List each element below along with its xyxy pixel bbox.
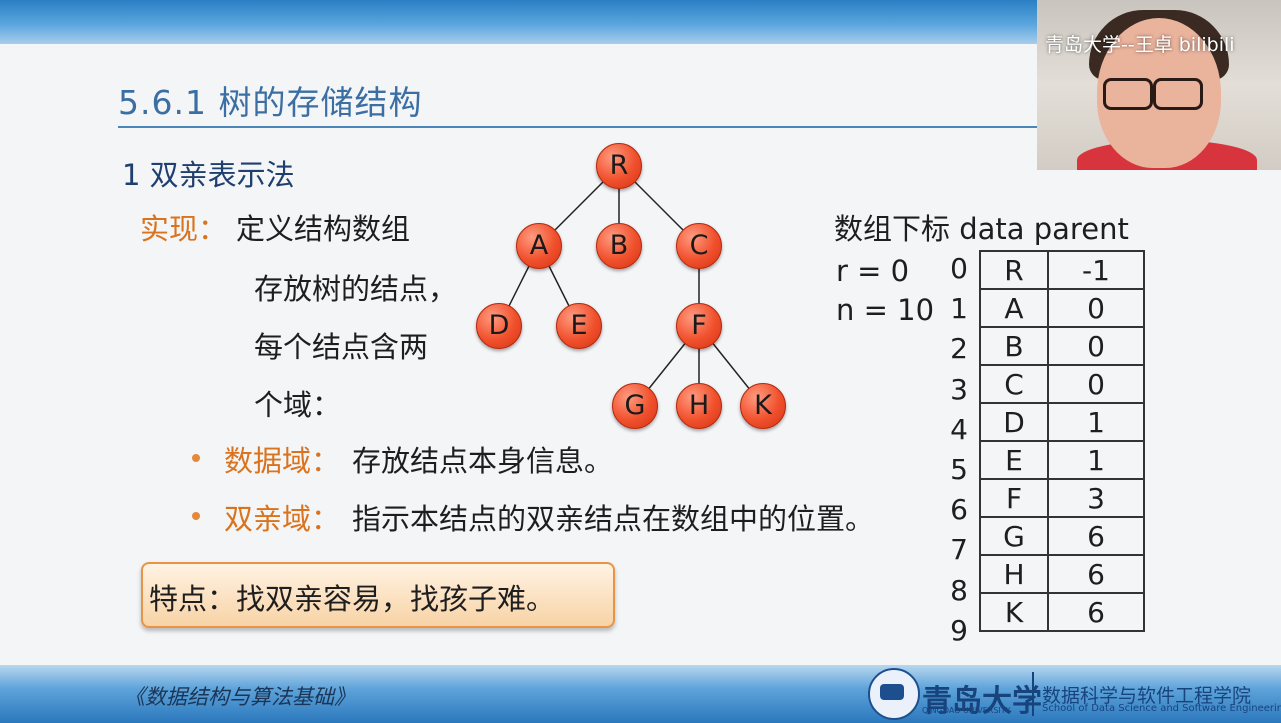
array-row: F3 [979, 478, 1145, 518]
array-row: G6 [979, 516, 1145, 556]
array-data-cell: R [979, 250, 1049, 290]
array-index-label: 1 [950, 292, 968, 326]
tree-node-C: C [676, 223, 722, 269]
array-data-cell: K [979, 592, 1049, 632]
array-data-cell: D [979, 402, 1049, 442]
array-index-label: 6 [950, 493, 968, 527]
array-index-label: 9 [950, 613, 968, 647]
array-index-label: 4 [950, 412, 968, 446]
node-count-label: n = 10 [836, 293, 935, 327]
array-parent-cell: 3 [1047, 478, 1145, 518]
tree-node-E: E [556, 303, 602, 349]
array-index-label: 3 [950, 372, 968, 406]
array-parent-cell: 1 [1047, 402, 1145, 442]
parent-array-table: R -1 A 0 B 0 C 0 D 1 E 1 F 3 G 6 H 6 K 6 [979, 250, 1145, 632]
video-watermark: 青岛大学--王卓 bilibili [1045, 34, 1235, 56]
array-data-cell: C [979, 364, 1049, 404]
footer-divider [1032, 672, 1034, 716]
array-parent-cell: 0 [1047, 326, 1145, 366]
glasses-right-icon [1153, 78, 1203, 110]
array-row: D1 [979, 402, 1145, 442]
tree-node-A: A [516, 223, 562, 269]
tree-node-H: H [676, 383, 722, 429]
array-data-cell: G [979, 516, 1049, 556]
book-title: 《数据结构与算法基础》 [124, 685, 355, 709]
university-name-en: QINGDAO UNIVERSITY [922, 706, 1011, 715]
school-name-en: School of Data Science and Software Engi… [1042, 703, 1281, 714]
array-row: E1 [979, 440, 1145, 480]
root-index-label: r = 0 [836, 254, 910, 288]
glasses-left-icon [1103, 78, 1153, 110]
tree-node-G: G [612, 383, 658, 429]
array-index-label: 2 [950, 332, 968, 366]
array-parent-cell: 0 [1047, 364, 1145, 404]
array-data-cell: E [979, 440, 1049, 480]
array-data-cell: F [979, 478, 1049, 518]
array-parent-cell: -1 [1047, 250, 1145, 290]
tree-node-R: R [596, 143, 642, 189]
array-index-label: 5 [950, 453, 968, 486]
tree-node-B: B [596, 223, 642, 269]
array-parent-cell: 6 [1047, 516, 1145, 556]
array-parent-cell: 6 [1047, 554, 1145, 594]
array-index-label: 7 [950, 533, 968, 567]
array-parent-cell: 1 [1047, 440, 1145, 480]
array-row: C0 [979, 364, 1145, 404]
tree-node-D: D [476, 303, 522, 349]
array-data-cell: H [979, 554, 1049, 594]
array-header: 数组下标 data parent [834, 212, 1129, 246]
tree-node-K: K [740, 383, 786, 429]
array-data-cell: B [979, 326, 1049, 366]
array-parent-cell: 0 [1047, 288, 1145, 328]
array-row: B0 [979, 326, 1145, 366]
presenter-video: 青岛大学--王卓 bilibili [1037, 0, 1281, 170]
array-index-label: 0 [950, 252, 968, 285]
tree-node-F: F [676, 303, 722, 349]
array-row: A0 [979, 288, 1145, 328]
array-index-label: 8 [950, 573, 968, 607]
array-row: H6 [979, 554, 1145, 594]
array-row: R -1 [979, 250, 1145, 290]
array-data-cell: A [979, 288, 1049, 328]
array-row: K6 [979, 592, 1145, 632]
university-seal-icon [868, 668, 920, 720]
array-parent-cell: 6 [1047, 592, 1145, 632]
